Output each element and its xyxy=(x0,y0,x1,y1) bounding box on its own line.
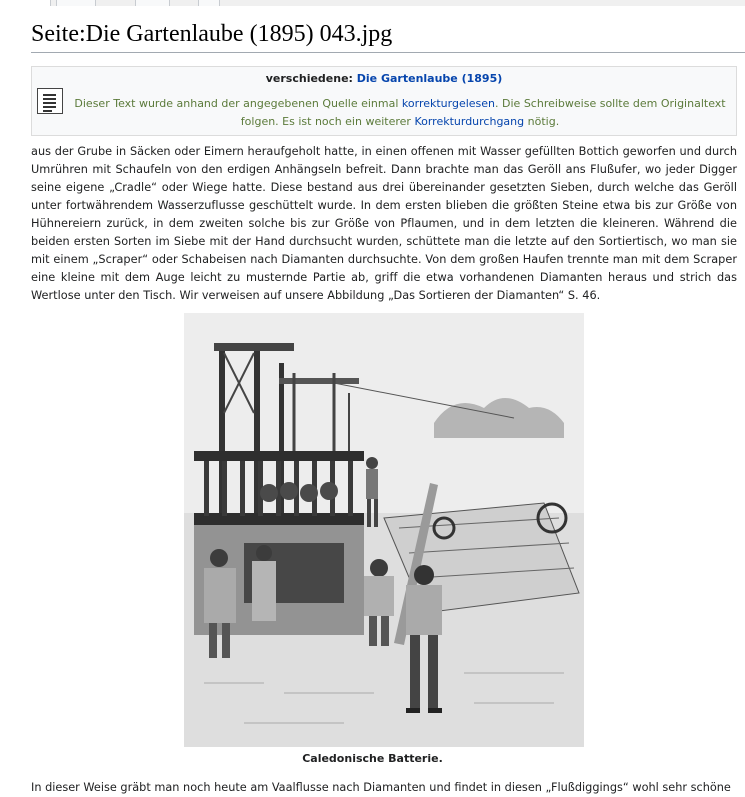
body-paragraph-continued: In dieser Weise gräbt man noch heute am … xyxy=(31,781,731,794)
tab-history[interactable] xyxy=(198,0,220,6)
proofread-link[interactable]: korrekturgelesen xyxy=(402,97,495,110)
notice-body: Dieser Text wurde anhand der angegebenen… xyxy=(72,95,728,131)
tab-page[interactable] xyxy=(0,0,51,6)
page-title: Seite:Die Gartenlaube (1895) 043.jpg xyxy=(31,21,393,47)
document-icon xyxy=(37,88,63,114)
correction-pass-link[interactable]: Korrekturdurchgang xyxy=(414,115,524,128)
figure-caption: Caledonische Batterie. xyxy=(302,752,443,765)
notice-heading: verschiedene: Die Gartenlaube (1895) xyxy=(32,72,736,85)
tab-edit[interactable] xyxy=(135,0,170,6)
notice-heading-link[interactable]: Die Gartenlaube (1895) xyxy=(357,72,502,85)
notice-body-text-1: Dieser Text wurde anhand der angegebenen… xyxy=(74,97,402,110)
engraving-image xyxy=(184,313,584,747)
body-paragraph: aus der Grube in Säcken oder Eimern hera… xyxy=(31,145,737,302)
notice-body-text-3: nötig. xyxy=(524,115,560,128)
tab-discussion[interactable] xyxy=(56,0,96,6)
proofread-notice-box: verschiedene: Die Gartenlaube (1895) Die… xyxy=(31,66,737,136)
illustration-caledonian-battery xyxy=(184,313,584,747)
title-divider xyxy=(31,52,745,53)
notice-heading-prefix: verschiedene: xyxy=(265,72,357,85)
tab-strip xyxy=(0,0,745,6)
